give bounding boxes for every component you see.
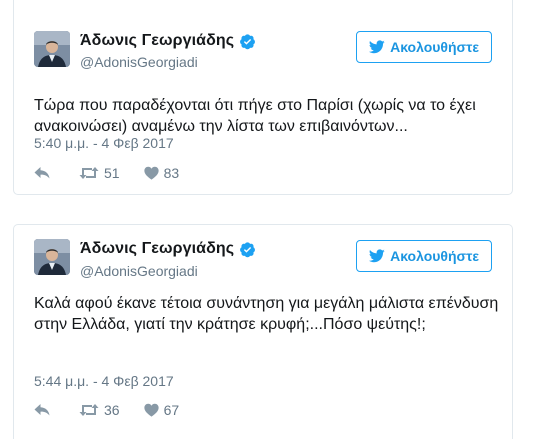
- tweet-card: Άδωνις Γεωργιάδης @AdonisGeorgiadi Ακολο…: [13, 224, 513, 439]
- verified-icon: [240, 241, 256, 257]
- author-name[interactable]: Άδωνις Γεωργιάδης: [80, 240, 234, 258]
- twitter-bird-icon: [369, 40, 385, 54]
- twitter-bird-icon: [369, 249, 385, 263]
- tweet-timestamp[interactable]: 5:40 μ.μ. - 4 Φεβ 2017: [34, 135, 174, 151]
- follow-label: Ακολουθήστε: [390, 248, 479, 264]
- avatar[interactable]: [34, 31, 70, 67]
- author-handle[interactable]: @AdonisGeorgiadi: [80, 263, 198, 279]
- like-count: 67: [163, 402, 180, 418]
- author-name[interactable]: Άδωνις Γεωργιάδης: [80, 32, 234, 50]
- tweet-timestamp[interactable]: 5:44 μ.μ. - 4 Φεβ 2017: [34, 373, 174, 389]
- reply-button[interactable]: [34, 166, 55, 180]
- like-button[interactable]: 83: [143, 165, 180, 181]
- retweet-count: 36: [104, 402, 120, 418]
- retweet-icon: [79, 404, 99, 416]
- tweet-text: Καλά αφού έκανε τέτοια συνάντηση για μεγ…: [34, 295, 499, 333]
- follow-button[interactable]: Ακολουθήστε: [356, 31, 492, 63]
- follow-button[interactable]: Ακολουθήστε: [356, 240, 492, 272]
- retweet-button[interactable]: 51: [79, 165, 120, 181]
- retweet-count: 51: [104, 165, 120, 181]
- avatar[interactable]: [34, 239, 70, 275]
- reply-button[interactable]: [34, 403, 55, 417]
- reply-icon: [34, 404, 50, 416]
- author-handle[interactable]: @AdonisGeorgiadi: [80, 54, 198, 70]
- author-row: Άδωνις Γεωργιάδης: [80, 240, 256, 258]
- like-button[interactable]: 67: [143, 402, 180, 418]
- verified-icon: [240, 33, 256, 49]
- author-row: Άδωνις Γεωργιάδης: [80, 32, 256, 50]
- tweet-card: Άδωνις Γεωργιάδης @AdonisGeorgiadi Ακολο…: [13, 0, 513, 195]
- like-icon: [143, 403, 159, 417]
- tweet-actions: 51 83: [34, 165, 203, 181]
- follow-label: Ακολουθήστε: [390, 39, 479, 55]
- tweet-actions: 36 67: [34, 402, 203, 418]
- like-icon: [143, 166, 159, 180]
- reply-icon: [34, 167, 50, 179]
- tweet-text: Τώρα που παραδέχονται ότι πήγε στο Παρίσ…: [34, 97, 476, 135]
- retweet-icon: [79, 167, 99, 179]
- like-count: 83: [163, 165, 180, 181]
- retweet-button[interactable]: 36: [79, 402, 120, 418]
